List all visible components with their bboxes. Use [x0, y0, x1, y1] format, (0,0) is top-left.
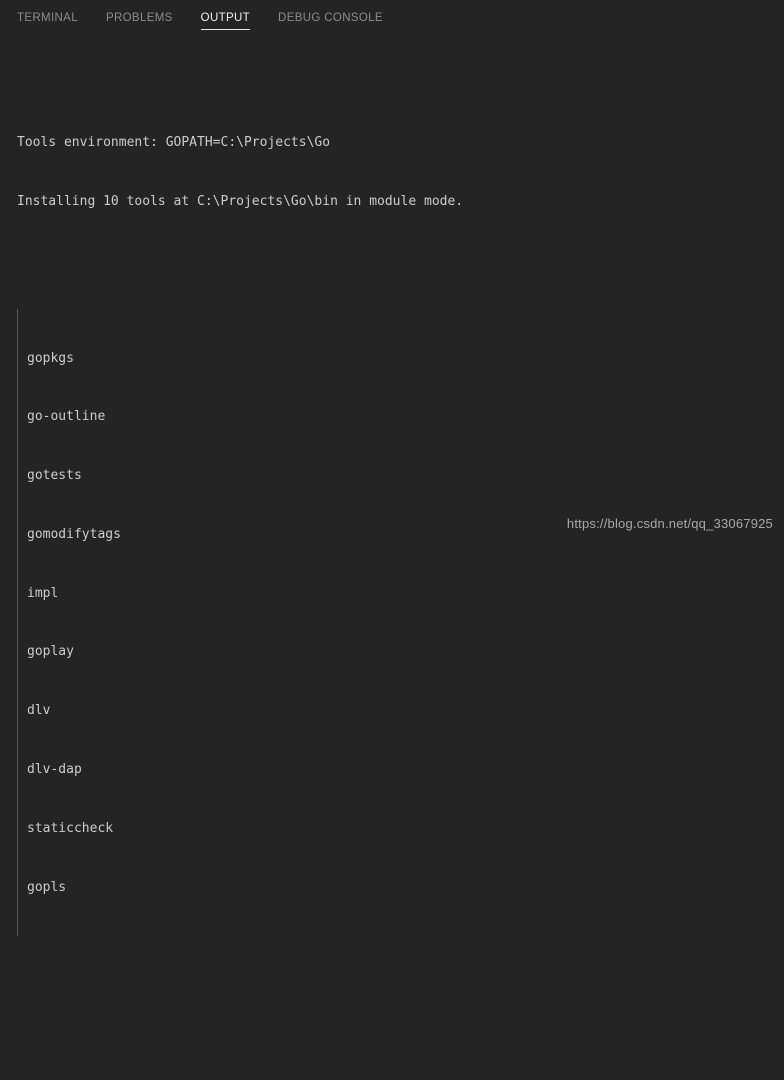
output-console-body[interactable]: Tools environment: GOPATH=C:\Projects\Go… [0, 35, 784, 937]
tab-terminal[interactable]: TERMINAL [17, 0, 78, 25]
output-blank-line [17, 995, 784, 1015]
list-item: gomodifytags [27, 526, 121, 542]
tab-output-label: OUTPUT [200, 12, 251, 24]
list-item: impl [27, 585, 59, 601]
panel-tab-bar: TERMINAL PROBLEMS OUTPUT DEBUG CONSOLE [0, 0, 784, 35]
tab-problems-label: PROBLEMS [105, 12, 173, 24]
list-item: gopls [27, 879, 67, 895]
watermark-text: https://blog.csdn.net/qq_33067925 [566, 516, 773, 531]
active-tab-underline [200, 29, 251, 30]
list-item: go-outline [27, 409, 106, 425]
list-item: staticcheck [27, 820, 114, 836]
list-item: goplay [27, 644, 74, 660]
output-header-block: Tools environment: GOPATH=C:\Projects\Go… [17, 94, 784, 251]
tab-terminal-label: TERMINAL [17, 12, 78, 24]
list-item: dlv [27, 703, 51, 719]
list-item: gotests [27, 468, 82, 484]
tab-output[interactable]: OUTPUT [200, 0, 251, 30]
list-item: dlv-dap [27, 761, 82, 777]
tab-debug-console-label: DEBUG CONSOLE [278, 12, 383, 24]
install-result-block: Installing github.com/uudashr/gopkgs/v2/… [17, 1073, 784, 1080]
output-line: Tools environment: GOPATH=C:\Projects\Go [17, 134, 331, 150]
list-item: gopkgs [27, 350, 74, 366]
tab-problems[interactable]: PROBLEMS [106, 0, 173, 25]
output-line: Installing 10 tools at C:\Projects\Go\bi… [17, 193, 464, 209]
pending-tool-list: gopkgs go-outline gotests gomodifytags i… [17, 309, 121, 937]
tab-debug-console[interactable]: DEBUG CONSOLE [278, 0, 383, 25]
